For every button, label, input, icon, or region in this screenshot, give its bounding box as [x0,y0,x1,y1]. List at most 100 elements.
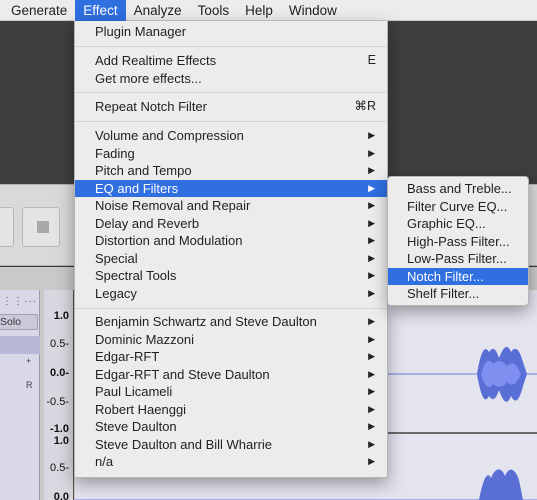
ruler-label: 0.5- [50,462,69,474]
menu-item-label: EQ and Filters [95,180,179,196]
ruler-label: 0.5- [50,338,69,350]
stop-button[interactable] [22,207,60,247]
submenu-arrow-icon: ▶ [368,351,375,361]
menu-item-category[interactable]: Legacy ▶ [75,285,387,303]
menu-item-author[interactable]: Benjamin Schwartz and Steve Daulton ▶ [75,313,387,331]
menu-item-label: Steve Daulton [95,419,177,434]
submenu-arrow-icon: ▶ [368,130,375,140]
submenu-arrow-icon: ▶ [368,456,375,466]
menu-item-author[interactable]: Paul Licameli ▶ [75,383,387,401]
stop-icon [37,221,49,233]
menu-item-category[interactable]: Noise Removal and Repair ▶ [75,197,387,215]
menu-item-label: Edgar-RFT [95,349,160,364]
submenu-item-filter-curve-eq[interactable]: Filter Curve EQ... [388,198,528,216]
menu-item-author[interactable]: Steve Daulton and Bill Wharrie ▶ [75,436,387,454]
effect-menu: Plugin Manager Add Realtime Effects E Get… [74,21,388,478]
menu-help[interactable]: Help [237,0,281,21]
submenu-arrow-icon: ▶ [368,333,375,344]
menu-separator [75,92,387,93]
submenu-arrow-icon: ▶ [368,147,375,158]
menu-item-label: Spectral Tools [95,268,177,283]
submenu-arrow-icon: ▶ [368,235,375,245]
menu-item-label: Edgar-RFT and Steve Daulton [95,366,270,382]
menu-separator [75,308,387,309]
menu-item-category[interactable]: Delay and Reverb ▶ [75,215,387,233]
submenu-item-shelf-filter[interactable]: Shelf Filter... [388,285,528,303]
menu-analyze[interactable]: Analyze [126,0,190,21]
menu-generate[interactable]: Generate [0,0,75,21]
submenu-arrow-icon: ▶ [368,403,375,414]
menu-item-label: Distortion and Modulation [95,233,243,248]
menu-item-label: Get more effects... [95,70,202,86]
menu-item-author[interactable]: Dominic Mazzoni ▶ [75,331,387,349]
submenu-arrow-icon: ▶ [368,421,375,431]
shortcut-label: ⌘R [354,99,376,113]
submenu-arrow-icon: ▶ [368,316,375,326]
menu-item-eq-and-filters[interactable]: EQ and Filters ▶ [75,179,387,197]
submenu-item-high-pass-filter[interactable]: High-Pass Filter... [388,233,528,251]
menu-item-label: Repeat Notch Filter [95,99,207,114]
submenu-arrow-icon: ▶ [368,368,375,379]
submenu-arrow-icon: ▶ [368,386,375,396]
menu-item-category[interactable]: Pitch and Tempo ▶ [75,162,387,180]
menu-window[interactable]: Window [281,0,345,21]
ruler-label: -0.5- [46,396,69,408]
menu-item-category[interactable]: Spectral Tools ▶ [75,267,387,285]
menu-item-label: Delay and Reverb [95,215,200,231]
submenu-arrow-icon: ▶ [368,217,375,228]
menu-item-label: Plugin Manager [95,24,187,39]
submenu-item-bass-treble[interactable]: Bass and Treble... [388,180,528,198]
menu-item-add-realtime-effects[interactable]: Add Realtime Effects E [75,52,387,70]
ruler-label: -1.0 [50,423,69,435]
submenu-item-graphic-eq[interactable]: Graphic EQ... [388,215,528,233]
menu-item-repeat-last-effect[interactable]: Repeat Notch Filter ⌘R [75,98,387,116]
menu-item-plugin-manager[interactable]: Plugin Manager [75,23,387,41]
menu-item-category[interactable]: Distortion and Modulation ▶ [75,232,387,250]
menu-item-label: Pitch and Tempo [95,163,192,178]
eq-filters-submenu: Bass and Treble... Filter Curve EQ... Gr… [387,176,529,306]
pause-button[interactable] [0,207,14,247]
menu-item-label: n/a [95,454,114,469]
solo-button[interactable]: Solo [0,314,38,330]
ruler-label: 1.0 [53,310,69,322]
vertical-ruler: 1.0 0.5- 0.0- -0.5- -1.0 1.0 0.5- 0.0 [44,290,74,500]
menu-item-label: Paul Licameli [95,384,173,399]
menu-item-get-more-effects[interactable]: Get more effects... [75,70,387,88]
menu-effect[interactable]: Effect [75,0,126,21]
track-menu-icon[interactable]: ··· [24,296,37,307]
pan-right-label: R [26,380,33,390]
menu-item-label: Dominic Mazzoni [95,331,194,347]
menu-item-label: Volume and Compression [95,128,244,143]
menu-separator [75,46,387,47]
menu-separator [75,121,387,122]
submenu-item-low-pass-filter[interactable]: Low-Pass Filter... [388,250,528,268]
menu-item-label: Fading [95,145,135,161]
ruler-label: 1.0 [53,435,69,447]
submenu-arrow-icon: ▶ [368,438,375,449]
submenu-arrow-icon: ▶ [368,287,375,298]
menu-item-label: Add Realtime Effects [95,53,217,68]
submenu-arrow-icon: ▶ [368,165,375,175]
gain-plus-label: + [26,356,32,366]
menu-bar: Generate Effect Analyze Tools Help Windo… [0,0,537,21]
menu-item-category[interactable]: Fading ▶ [75,145,387,163]
track-selected-strip [0,336,40,354]
submenu-item-notch-filter[interactable]: Notch Filter... [388,267,528,285]
menu-item-author[interactable]: Steve Daulton ▶ [75,418,387,436]
menu-item-category[interactable]: Special ▶ [75,250,387,268]
menu-item-author[interactable]: Robert Haenggi ▶ [75,401,387,419]
submenu-arrow-icon: ▶ [368,270,375,280]
menu-item-label: Legacy [95,285,137,301]
submenu-arrow-icon: ▶ [368,252,375,263]
menu-item-category[interactable]: Volume and Compression ▶ [75,127,387,145]
menu-item-author[interactable]: Edgar-RFT and Steve Daulton ▶ [75,366,387,384]
track-drag-handle-icon[interactable]: ⋮⋮ [2,296,24,307]
menu-item-label: Steve Daulton and Bill Wharrie [95,436,273,452]
menu-tools[interactable]: Tools [190,0,238,21]
ruler-label: 0.0- [50,367,69,379]
menu-item-label: Special [95,250,138,266]
menu-item-author[interactable]: n/a ▶ [75,453,387,471]
menu-item-author[interactable]: Edgar-RFT ▶ [75,348,387,366]
menu-item-label: Robert Haenggi [95,401,187,417]
menu-item-label: Noise Removal and Repair [95,198,251,213]
